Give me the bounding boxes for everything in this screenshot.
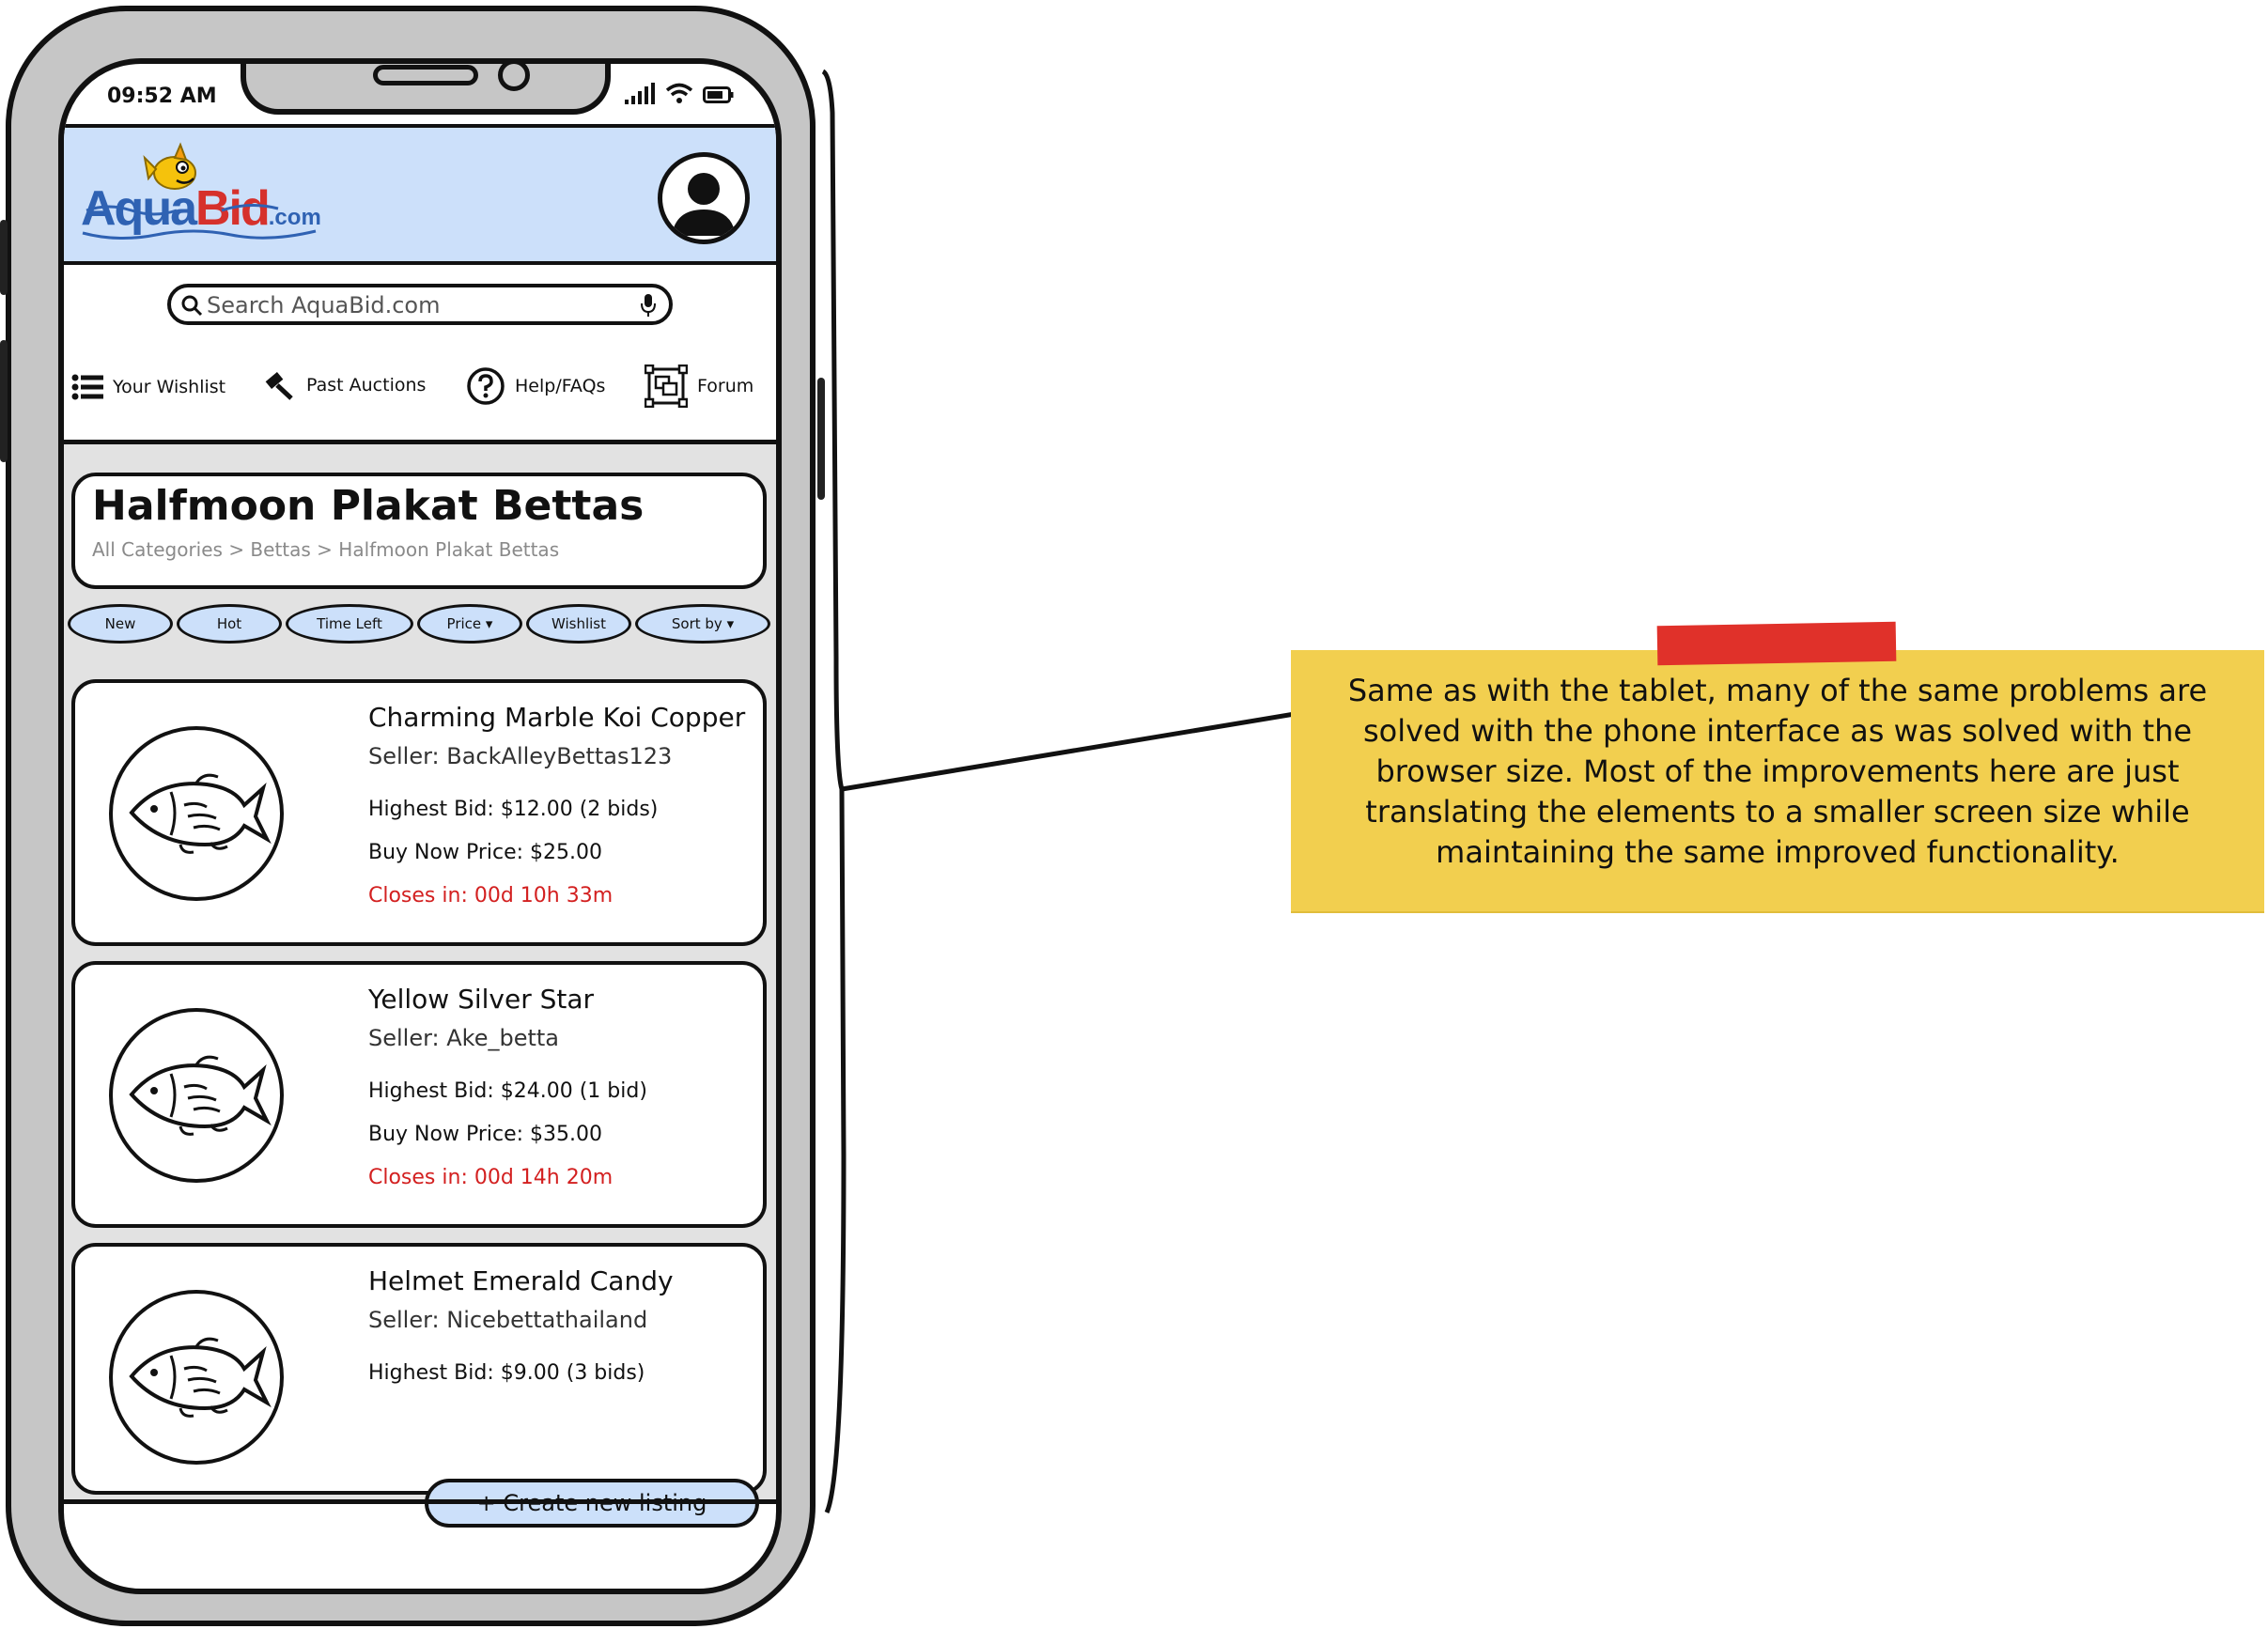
annotation-text: Same as with the tablet, many of the sam… (1347, 673, 2208, 870)
annotation-sticky-note: Same as with the tablet, many of the sam… (1291, 650, 2264, 911)
speaker-icon (373, 65, 478, 85)
camera-icon (498, 64, 530, 91)
annotation-bracket (821, 69, 847, 1514)
sticky-tape (1656, 621, 1897, 666)
annotation-line (841, 709, 1307, 792)
phone-notch (241, 64, 611, 115)
